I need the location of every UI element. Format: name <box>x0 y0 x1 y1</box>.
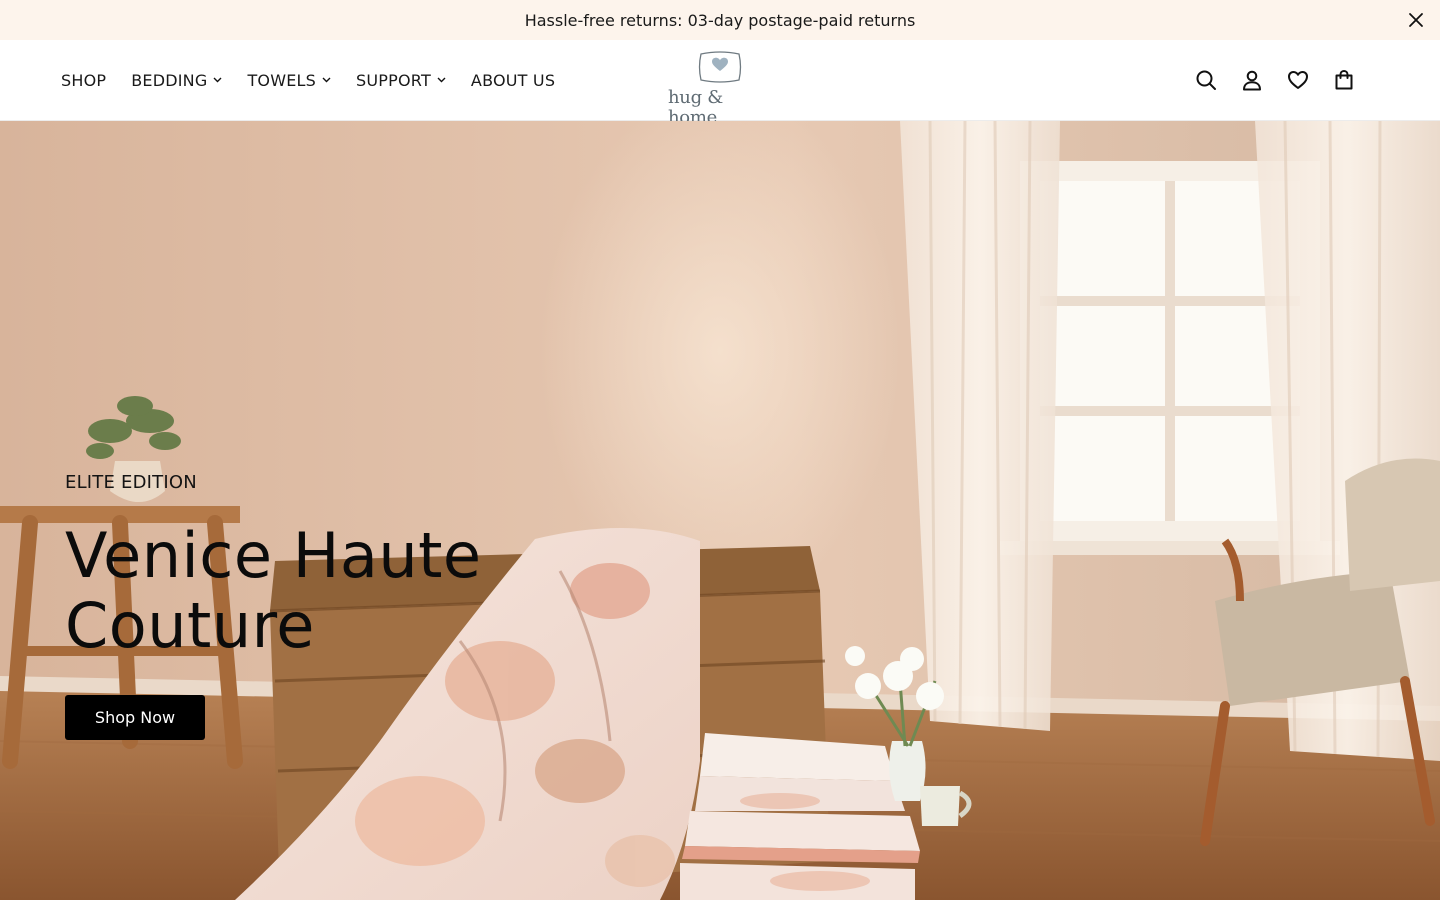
site-header: SHOP BEDDING TOWELS SUPPORT ABOUT US hug… <box>0 40 1440 128</box>
nav-item-label: TOWELS <box>247 70 317 90</box>
pillow-heart-icon <box>697 50 743 88</box>
hero-content: ELITE EDITION Venice Haute Couture Shop … <box>65 471 535 740</box>
nav-item-label: SHOP <box>61 70 107 90</box>
wishlist-icon[interactable] <box>1286 68 1310 92</box>
hero-eyebrow: ELITE EDITION <box>65 472 197 493</box>
main-nav: SHOP BEDDING TOWELS SUPPORT ABOUT US <box>61 40 580 120</box>
chevron-down-icon <box>437 77 446 83</box>
announcement-text: Hassle-free returns: 03-day postage-paid… <box>524 10 916 30</box>
nav-item-label: BEDDING <box>131 70 208 90</box>
nav-item-towels[interactable]: TOWELS <box>247 71 331 90</box>
chevron-down-icon <box>213 77 222 83</box>
site-logo[interactable]: hug & home <box>668 50 772 128</box>
account-icon[interactable] <box>1240 68 1264 92</box>
nav-item-label: SUPPORT <box>356 70 431 90</box>
chevron-down-icon <box>322 77 331 83</box>
header-icons <box>1172 40 1356 120</box>
hero-banner: ELITE EDITION Venice Haute Couture Shop … <box>0 121 1440 900</box>
nav-item-support[interactable]: SUPPORT <box>356 71 446 90</box>
nav-item-about-us[interactable]: ABOUT US <box>471 71 555 90</box>
nav-item-bedding[interactable]: BEDDING <box>131 71 222 90</box>
close-icon[interactable] <box>1404 8 1428 32</box>
announcement-bar: Hassle-free returns: 03-day postage-paid… <box>0 0 1440 40</box>
search-icon[interactable] <box>1194 68 1218 92</box>
nav-item-shop[interactable]: SHOP <box>61 71 106 90</box>
nav-item-label: ABOUT US <box>470 70 556 90</box>
shop-now-button[interactable]: Shop Now <box>65 695 205 740</box>
hero-title: Venice Haute Couture <box>65 519 482 662</box>
cart-icon[interactable] <box>1332 68 1356 92</box>
